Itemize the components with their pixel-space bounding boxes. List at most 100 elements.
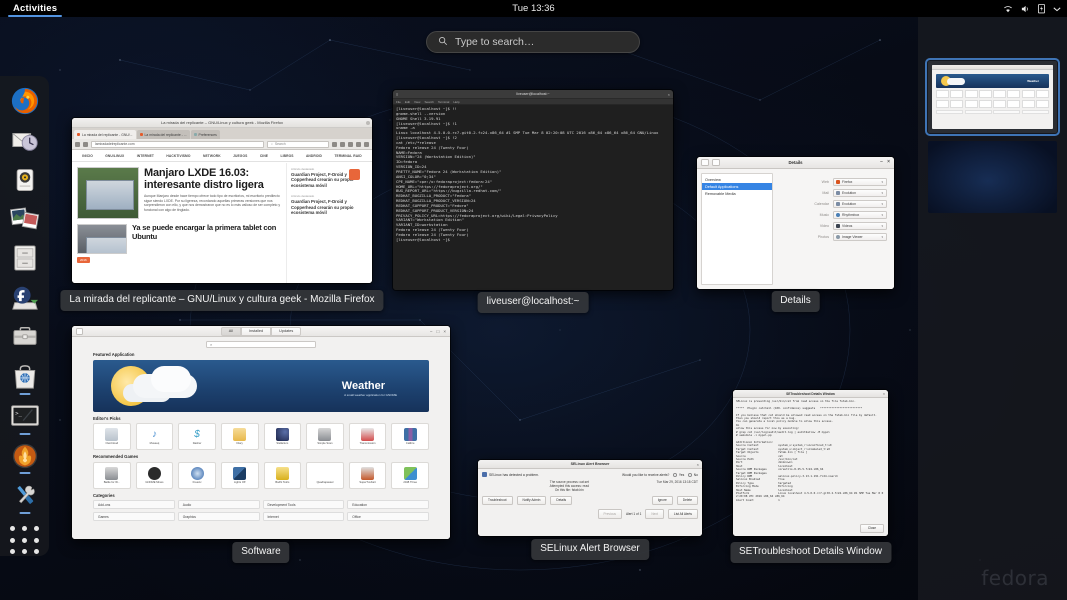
software-window-frame[interactable]: All Installed Updates − □ × ⌕ Featured A… [72,326,450,539]
dock-item-files[interactable] [8,243,42,274]
back-icon[interactable] [75,142,80,147]
menu-icon[interactable] [701,159,709,166]
minimize-icon[interactable]: − [430,329,433,334]
nav-item[interactable]: INICIO [82,154,93,158]
app-tile[interactable]: Calibre [391,423,429,450]
workspace-thumbnail-1[interactable]: Weather [928,61,1057,133]
game-tile[interactable]: Bodhi Tetris [264,462,302,489]
toolbar-icons[interactable] [332,142,369,147]
app-tile[interactable]: Transmission [349,423,387,450]
sidebar-item-default-applications[interactable]: Default Applications [702,183,772,190]
dock-item-rhythmbox[interactable] [8,164,42,195]
window-thumbnail-details[interactable]: Details −× Overview Default Applications… [697,157,894,289]
close-icon[interactable]: × [443,329,446,334]
tab-installed[interactable]: Installed [241,327,271,336]
details-window-frame[interactable]: Details −× Overview Default Applications… [697,157,894,289]
maximize-icon[interactable]: □ [437,329,440,334]
mail-app-combo[interactable]: Evolution▾ [833,189,887,197]
window-label-selinux[interactable]: SELinux Alert Browser [531,539,649,560]
app-tile[interactable]: Diary [221,423,259,450]
firefox-tab-1[interactable]: La mirada del replicante - GNU/... [74,130,136,139]
window-label-setroubleshoot[interactable]: SETroubleshoot Details Window [730,542,891,563]
details-button[interactable]: Details [550,496,572,506]
window-label-software[interactable]: Software [232,542,289,563]
app-tile[interactable]: Simple Scan [306,423,344,450]
menu-search[interactable]: Search [424,100,434,104]
menu-view[interactable]: View [414,100,420,104]
menu-edit[interactable]: Edit [405,100,410,104]
close-button[interactable]: Close [860,524,884,533]
nav-item[interactable]: TERMINAL RAID [334,154,361,158]
forward-icon[interactable] [83,142,88,147]
show-applications-button[interactable] [8,525,42,556]
search-input[interactable]: Type to search… [426,31,640,53]
category-graphics[interactable]: Graphics [178,512,260,521]
menu-icon[interactable] [364,142,369,147]
window-controls[interactable]: − □ × [430,329,446,334]
software-tabs[interactable]: All Installed Updates [72,327,450,336]
category-education[interactable]: Education [347,500,429,509]
music-app-combo[interactable]: Rhythmbox▾ [833,211,887,219]
site-navigation-menu[interactable]: INICIO GNU/LINUX INTERNET HACKTIVISMO NE… [72,150,372,162]
window-controls[interactable]: −× [880,160,890,165]
nav-item[interactable]: INTERNET [137,154,154,158]
calendar-app-combo[interactable]: Evolution▾ [833,200,887,208]
dock-item-evolution[interactable] [8,124,42,155]
web-app-combo[interactable]: Firefox▾ [833,178,887,186]
sidebar-item-overview[interactable]: Overview [702,176,772,183]
dock-item-utilities[interactable] [8,479,42,510]
workspace-thumbnail-2[interactable] [928,141,1057,213]
terminal-output-area[interactable]: [liveuser@localhost ~]$ !! gnome-shell -… [393,105,673,290]
category-addons[interactable]: Add-ons [93,500,175,509]
sidebar-item[interactable]: Artículo destacado Guardian Project, F-D… [291,194,368,215]
nav-buttons[interactable] [75,142,88,147]
radio-no[interactable]: No [688,473,698,477]
radio-yes[interactable]: Yes [673,473,684,477]
search-entry-wrapper[interactable]: Type to search… [426,31,640,53]
close-icon[interactable]: × [668,92,670,97]
close-icon[interactable]: × [887,160,890,165]
dock-item-firefox[interactable] [8,85,42,116]
system-status-area[interactable] [1003,0,1061,17]
app-tile[interactable]: Stellarium [264,423,302,450]
category-internet[interactable]: Internet [263,512,345,521]
dock-item-anaconda[interactable] [8,440,42,471]
game-tile[interactable]: Lights Off [221,462,259,489]
featured-banner[interactable]: Weather A small weather application for … [93,360,429,412]
game-tile[interactable]: 2048 Three [391,462,429,489]
details-sidebar[interactable]: Overview Default Applications Removable … [701,173,773,285]
game-tile[interactable]: Quadrapassel [306,462,344,489]
tab-all[interactable]: All [221,327,241,336]
window-thumbnail-selinux-alert-browser[interactable]: SELinux Alert Browser × SELinux has dete… [478,460,702,536]
category-audio[interactable]: Audio [178,500,260,509]
software-search-input[interactable]: ⌕ [206,341,316,348]
app-tile[interactable]: OwnCloud [93,423,131,450]
dock-item-fedora-software[interactable] [8,282,42,313]
menu-file[interactable]: File [396,100,401,104]
dock-item-terminal[interactable]: >_ [8,400,42,431]
nav-item[interactable]: ANDROID [306,154,322,158]
nav-item[interactable]: GNU/LINUX [105,154,124,158]
category-development-tools[interactable]: Development Tools [263,500,345,509]
nav-item[interactable]: HACKTIVISMO [166,154,190,158]
nav-item[interactable]: NETWORK [203,154,221,158]
previous-button[interactable]: Previous [598,509,622,519]
selinux-window-frame[interactable]: SELinux Alert Browser × SELinux has dete… [478,460,702,536]
firefox-tab-3[interactable]: Preferences [191,130,220,139]
window-thumbnail-setroubleshoot[interactable]: SETroubleshoot Details Window × SELinux … [733,390,888,536]
menu-terminal[interactable]: Terminal [438,100,449,104]
clock-button[interactable]: Tue 13:36 [0,0,1067,17]
notify-admin-button[interactable]: Notify Admin [517,496,547,506]
terminal-window-frame[interactable]: ≡ liveuser@localhost:~ × File Edit View … [393,90,673,290]
sidebar-item-removable-media[interactable]: Removable Media [702,190,772,197]
window-thumbnail-terminal[interactable]: ≡ liveuser@localhost:~ × File Edit View … [393,90,673,290]
back-icon[interactable] [712,159,720,166]
ignore-button[interactable]: Ignore [652,496,673,506]
photos-app-combo[interactable]: Image Viewer▾ [833,233,887,241]
firefox-window-frame[interactable]: La mirada del replicante – GNU/Linux y c… [72,118,372,283]
game-tile[interactable]: GNOME Mines [136,462,174,489]
category-office[interactable]: Office [347,512,429,521]
menu-icon[interactable] [76,328,83,335]
home-icon[interactable] [356,142,361,147]
game-tile[interactable]: SuperTuxKart [349,462,387,489]
